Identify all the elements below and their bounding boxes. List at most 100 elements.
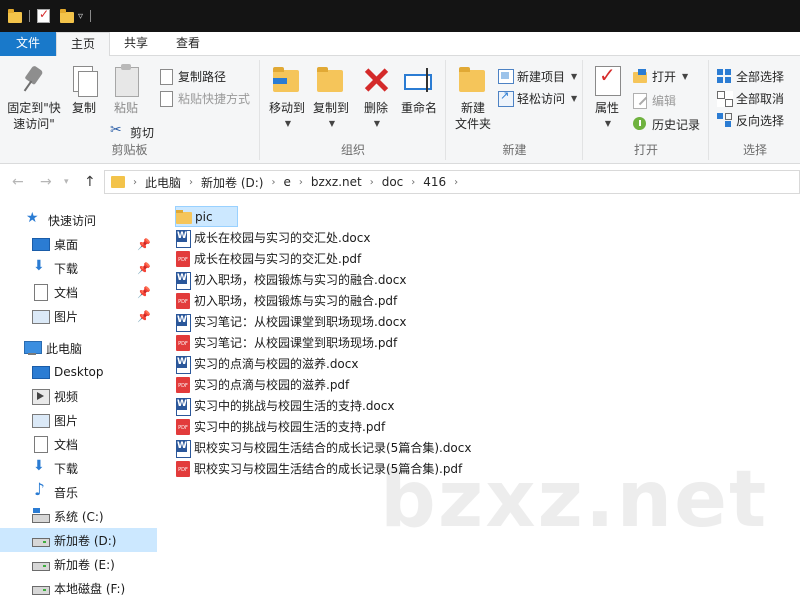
word-document-icon [175, 271, 191, 290]
new-group: 新建 文件夹 新建项目 ▼ 轻松访问 ▼ 新建 [447, 60, 583, 160]
sidebar-item-music[interactable]: 音乐 [0, 480, 157, 504]
rename-button[interactable]: 重命名 [397, 64, 441, 116]
list-item[interactable]: 实习中的挑战与校园生活的支持.docx [175, 395, 394, 416]
edit-button[interactable]: 编辑 [632, 90, 676, 110]
delete-button[interactable]: 删除 ▼ [359, 64, 393, 132]
chevron-right-icon[interactable]: › [454, 177, 458, 188]
open-group: 属性 ▼ 打开 ▼ 编辑 历史记录 打开 [584, 60, 709, 160]
breadcrumb-drive-d[interactable]: 新加卷 (D:) [201, 174, 263, 191]
sidebar-item-drive-f[interactable]: 本地磁盘 (F:) [0, 576, 157, 600]
easy-access-button[interactable]: 轻松访问 ▼ [497, 88, 577, 108]
list-item[interactable]: 实习中的挑战与校园生活的支持.pdf [175, 416, 385, 437]
breadcrumb-doc[interactable]: doc [382, 175, 404, 189]
sidebar-item-pictures[interactable]: 图片 📌 [0, 304, 157, 328]
tab-share[interactable]: 共享 [110, 32, 162, 56]
pin-to-quick-access-button[interactable]: 固定到"快 速访问" [4, 64, 64, 132]
cut-label: 剪切 [130, 125, 155, 140]
list-item[interactable]: 初入职场，校园锻炼与实习的融合.docx [175, 269, 406, 290]
divider [90, 10, 92, 22]
chevron-right-icon[interactable]: › [370, 177, 374, 188]
select-all-icon [716, 68, 732, 84]
tab-home[interactable]: 主页 [56, 32, 111, 57]
copy-to-button[interactable]: 复制到 ▼ [309, 64, 353, 132]
sidebar-item-documents-pc[interactable]: 文档 [0, 432, 157, 456]
chevron-right-icon[interactable]: › [271, 177, 275, 188]
sidebar-item-drive-e[interactable]: 新加卷 (E:) [0, 552, 157, 576]
properties-icon[interactable] [37, 7, 50, 23]
sidebar-item-drive-d[interactable]: 新加卷 (D:) [0, 528, 157, 552]
list-item[interactable]: 实习笔记：从校园课堂到职场现场.pdf [175, 332, 397, 353]
open-button[interactable]: 打开 ▼ [632, 66, 688, 86]
new-item-button[interactable]: 新建项目 ▼ [497, 66, 577, 86]
chevron-down-icon: ▼ [373, 119, 381, 128]
sidebar-item-label: 下载 [54, 261, 79, 276]
customize-toolbar-icon[interactable]: ▿ [78, 11, 83, 22]
file-name: 初入职场，校园锻炼与实习的融合.pdf [194, 294, 398, 308]
pin-icon[interactable]: 📌 [137, 238, 151, 251]
move-to-button[interactable]: 移动到 ▼ [265, 64, 309, 132]
select-group: 全部选择 全部取消 反向选择 选择 [710, 60, 800, 160]
pin-icon[interactable]: 📌 [137, 262, 151, 275]
chevron-right-icon[interactable]: › [411, 177, 415, 188]
pin-icon[interactable]: 📌 [137, 286, 151, 299]
file-name: 实习笔记：从校园课堂到职场现场.docx [194, 315, 407, 329]
history-button[interactable]: 历史记录 [632, 114, 700, 134]
sidebar-item-downloads[interactable]: 下载 📌 [0, 256, 157, 280]
sidebar-item-drive-c[interactable]: 系统 (C:) [0, 504, 157, 528]
list-item[interactable]: 成长在校园与实习的交汇处.docx [175, 227, 370, 248]
new-folder-button[interactable]: 新建 文件夹 [451, 64, 495, 132]
rename-label: 重命名 [400, 101, 437, 115]
up-arrow-icon[interactable]: ↑ [84, 174, 96, 190]
sidebar-item-documents[interactable]: 文档 📌 [0, 280, 157, 304]
list-item[interactable]: 成长在校园与实习的交汇处.pdf [175, 248, 361, 269]
move-to-icon [271, 64, 303, 96]
paste-shortcut-button[interactable]: 粘贴快捷方式 [158, 88, 250, 108]
sidebar-item-pictures-pc[interactable]: 图片 [0, 408, 157, 432]
list-item[interactable]: 初入职场，校园锻炼与实习的融合.pdf [175, 290, 397, 311]
chevron-right-icon[interactable]: › [189, 177, 193, 188]
breadcrumb-bzxz[interactable]: bzxz.net [311, 175, 362, 189]
delete-label: 删除 [363, 101, 388, 115]
forward-arrow-icon[interactable]: → [40, 174, 52, 190]
breadcrumb-this-pc[interactable]: 此电脑 [145, 174, 181, 191]
navigation-pane: 快速访问 桌面 📌 下载 📌 文档 📌 图片 📌 此电脑 Desktop 视频 … [0, 200, 157, 600]
file-name: 实习中的挑战与校园生活的支持.docx [194, 399, 395, 413]
sidebar-item-desktop[interactable]: 桌面 📌 [0, 232, 157, 256]
desktop-icon [32, 236, 50, 252]
file-name: 成长在校园与实习的交汇处.docx [194, 231, 371, 245]
breadcrumb-416[interactable]: 416 [423, 175, 446, 189]
pictures-icon [32, 308, 50, 324]
list-item[interactable]: 实习笔记：从校园课堂到职场现场.docx [175, 311, 406, 332]
select-none-button[interactable]: 全部取消 [716, 88, 784, 108]
list-item[interactable]: 实习的点滴与校园的滋养.pdf [175, 374, 349, 395]
properties-button[interactable]: 属性 ▼ [590, 64, 624, 132]
chevron-right-icon[interactable]: › [133, 177, 137, 188]
sidebar-item-quick-access[interactable]: 快速访问 [0, 208, 157, 232]
tab-file[interactable]: 文件 [0, 32, 57, 56]
cut-button[interactable]: 剪切 [110, 122, 154, 142]
sidebar-item-downloads-pc[interactable]: 下载 [0, 456, 157, 480]
pin-icon[interactable]: 📌 [137, 310, 151, 323]
tab-view[interactable]: 查看 [162, 32, 214, 56]
sidebar-item-videos[interactable]: 视频 [0, 384, 157, 408]
new-folder-icon[interactable] [60, 8, 74, 23]
chevron-down-icon: ▼ [571, 93, 578, 103]
list-item[interactable]: 实习的点滴与校园的滋养.docx [175, 353, 358, 374]
move-to-label: 移动到 [268, 101, 305, 115]
back-arrow-icon[interactable]: ← [12, 174, 24, 190]
invert-selection-button[interactable]: 反向选择 [716, 110, 784, 130]
file-name: pic [195, 209, 213, 224]
recent-locations-icon[interactable]: ▾ [64, 177, 69, 187]
select-all-button[interactable]: 全部选择 [716, 66, 784, 86]
list-item[interactable]: pic [175, 206, 238, 227]
breadcrumb-e[interactable]: e [283, 175, 290, 189]
copy-button[interactable]: 复制 [66, 64, 102, 116]
copy-path-button[interactable]: 复制路径 [158, 66, 226, 86]
paste-button[interactable]: 粘贴 [108, 64, 144, 116]
sidebar-item-this-pc[interactable]: 此电脑 [0, 336, 157, 360]
chevron-right-icon[interactable]: › [299, 177, 303, 188]
sidebar-item-desktop-pc[interactable]: Desktop [0, 360, 157, 384]
sidebar-item-label: 下载 [54, 461, 79, 476]
address-bar[interactable]: › 此电脑 › 新加卷 (D:) › e › bzxz.net › doc › … [104, 170, 800, 194]
folder-icon[interactable] [8, 8, 22, 23]
